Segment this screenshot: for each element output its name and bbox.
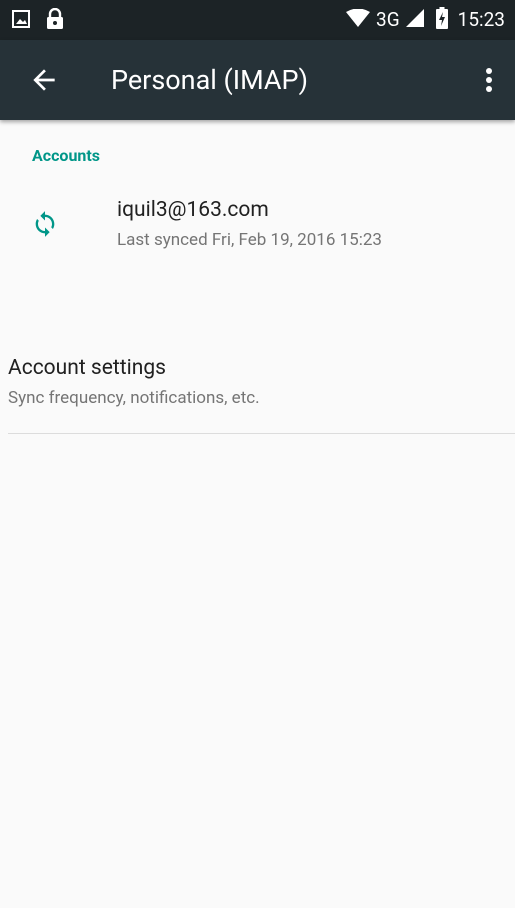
divider <box>8 433 515 434</box>
battery-charging-icon <box>435 7 448 33</box>
account-settings-item[interactable]: Account settings Sync frequency, notific… <box>0 340 515 428</box>
account-settings-subtitle: Sync frequency, notifications, etc. <box>8 388 260 408</box>
arrow-back-icon <box>33 69 55 91</box>
more-options-button[interactable] <box>477 62 501 98</box>
lock-icon <box>46 7 64 34</box>
sync-icon <box>31 210 59 238</box>
account-list-item[interactable]: iquil3@163.com Last synced Fri, Feb 19, … <box>0 180 515 290</box>
app-bar: Personal (IMAP) <box>0 40 515 120</box>
account-settings-title: Account settings <box>8 356 166 380</box>
back-button[interactable] <box>28 64 60 96</box>
network-type: 3G <box>376 8 400 31</box>
wifi-icon <box>346 8 371 31</box>
page-title: Personal (IMAP) <box>111 64 308 96</box>
section-header-accounts: Accounts <box>32 146 101 165</box>
account-email: iquil3@163.com <box>117 198 269 222</box>
signal-icon <box>405 9 424 31</box>
account-last-synced: Last synced Fri, Feb 19, 2016 15:23 <box>117 230 382 250</box>
status-time: 15:23 <box>457 8 505 31</box>
status-bar: 3G 15:23 <box>0 0 515 40</box>
image-notification-icon <box>12 10 30 32</box>
more-vert-icon <box>486 68 492 92</box>
